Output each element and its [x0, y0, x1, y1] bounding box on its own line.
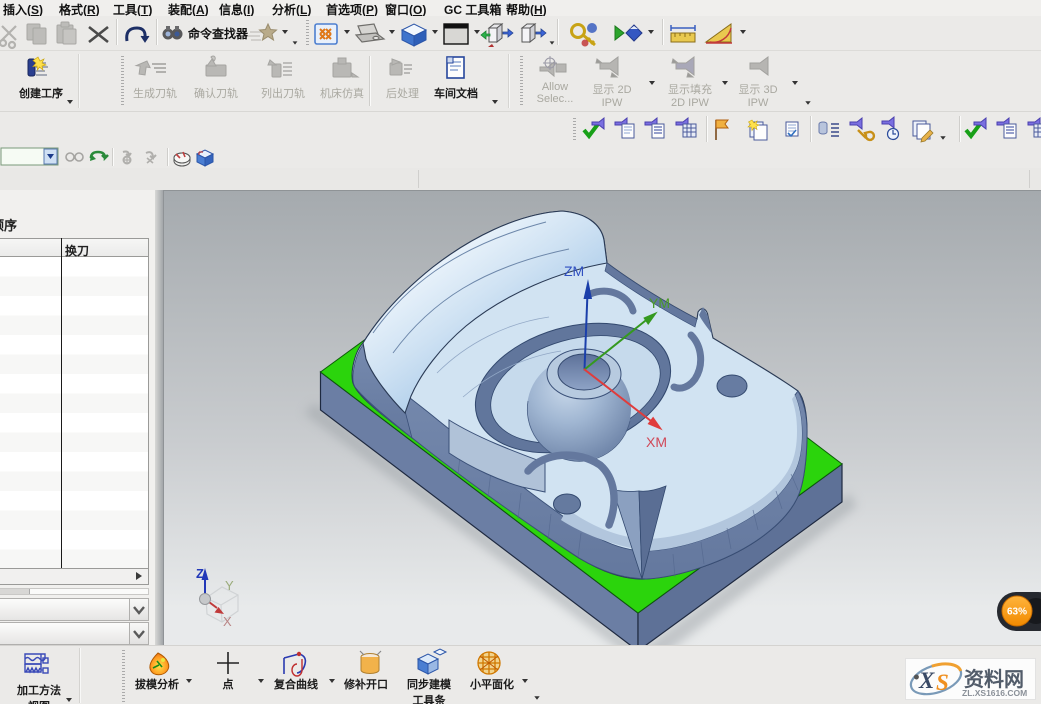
svg-text:X: X [223, 614, 232, 629]
svg-text:ZM: ZM [564, 263, 584, 279]
svg-text:Y: Y [225, 578, 234, 593]
svg-text:S: S [936, 670, 949, 695]
svg-text:Z: Z [196, 566, 204, 581]
svg-text:XM: XM [646, 434, 667, 450]
svg-text:ZL.XS1616.COM: ZL.XS1616.COM [962, 688, 1027, 698]
svg-text:X: X [918, 668, 935, 693]
svg-text:YM: YM [649, 295, 670, 311]
svg-text:命令查找器: 命令查找器 [187, 26, 249, 41]
svg-text:63%: 63% [1007, 607, 1027, 618]
